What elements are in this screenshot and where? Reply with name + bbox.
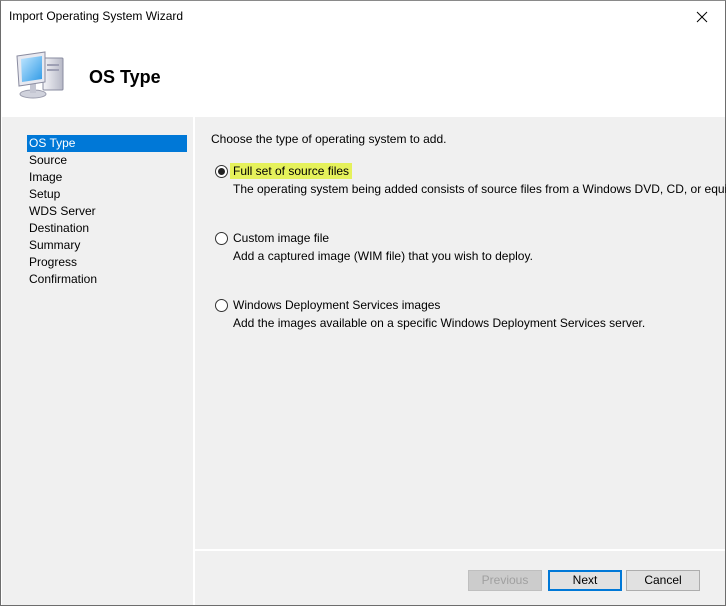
option-description: The operating system being added consist… xyxy=(233,182,726,196)
wizard-steps-panel: OS Type Source Image Setup WDS Server De… xyxy=(2,117,193,605)
wizard-steps-list: OS Type Source Image Setup WDS Server De… xyxy=(27,135,187,288)
title-bar: Import Operating System Wizard xyxy=(1,1,725,32)
radio-wds-images[interactable] xyxy=(215,299,228,312)
close-icon xyxy=(696,11,708,22)
window-title: Import Operating System Wizard xyxy=(9,9,184,23)
option-label[interactable]: Custom image file xyxy=(230,230,332,246)
content-panel: Choose the type of operating system to a… xyxy=(195,117,726,549)
step-image: Image xyxy=(29,170,63,184)
option-label[interactable]: Windows Deployment Services images xyxy=(230,297,443,313)
step-setup: Setup xyxy=(29,187,61,201)
option-label[interactable]: Full set of source files xyxy=(230,163,353,179)
option-description: Add a captured image (WIM file) that you… xyxy=(233,249,533,263)
close-button[interactable] xyxy=(679,1,725,32)
wizard-header: OS Type xyxy=(1,32,725,116)
radio-full-source[interactable] xyxy=(215,165,228,178)
step-wds-server: WDS Server xyxy=(29,204,96,218)
wizard-window: Import Operating System Wizard OS Type O… xyxy=(0,0,726,606)
step-os-type: OS Type xyxy=(27,135,187,152)
step-progress: Progress xyxy=(29,255,78,269)
computer-icon xyxy=(16,51,64,99)
step-source: Source xyxy=(29,153,68,167)
intro-text: Choose the type of operating system to a… xyxy=(211,132,447,146)
radio-custom-image[interactable] xyxy=(215,232,228,245)
next-button[interactable]: Next xyxy=(548,570,622,591)
previous-button[interactable]: Previous xyxy=(468,570,542,591)
page-title: OS Type xyxy=(89,67,161,87)
cancel-button[interactable]: Cancel xyxy=(626,570,700,591)
step-destination: Destination xyxy=(29,221,90,235)
button-bar: Previous Next Cancel xyxy=(195,551,725,605)
option-description: Add the images available on a specific W… xyxy=(233,316,646,330)
step-confirmation: Confirmation xyxy=(29,272,98,286)
step-summary: Summary xyxy=(29,238,81,252)
